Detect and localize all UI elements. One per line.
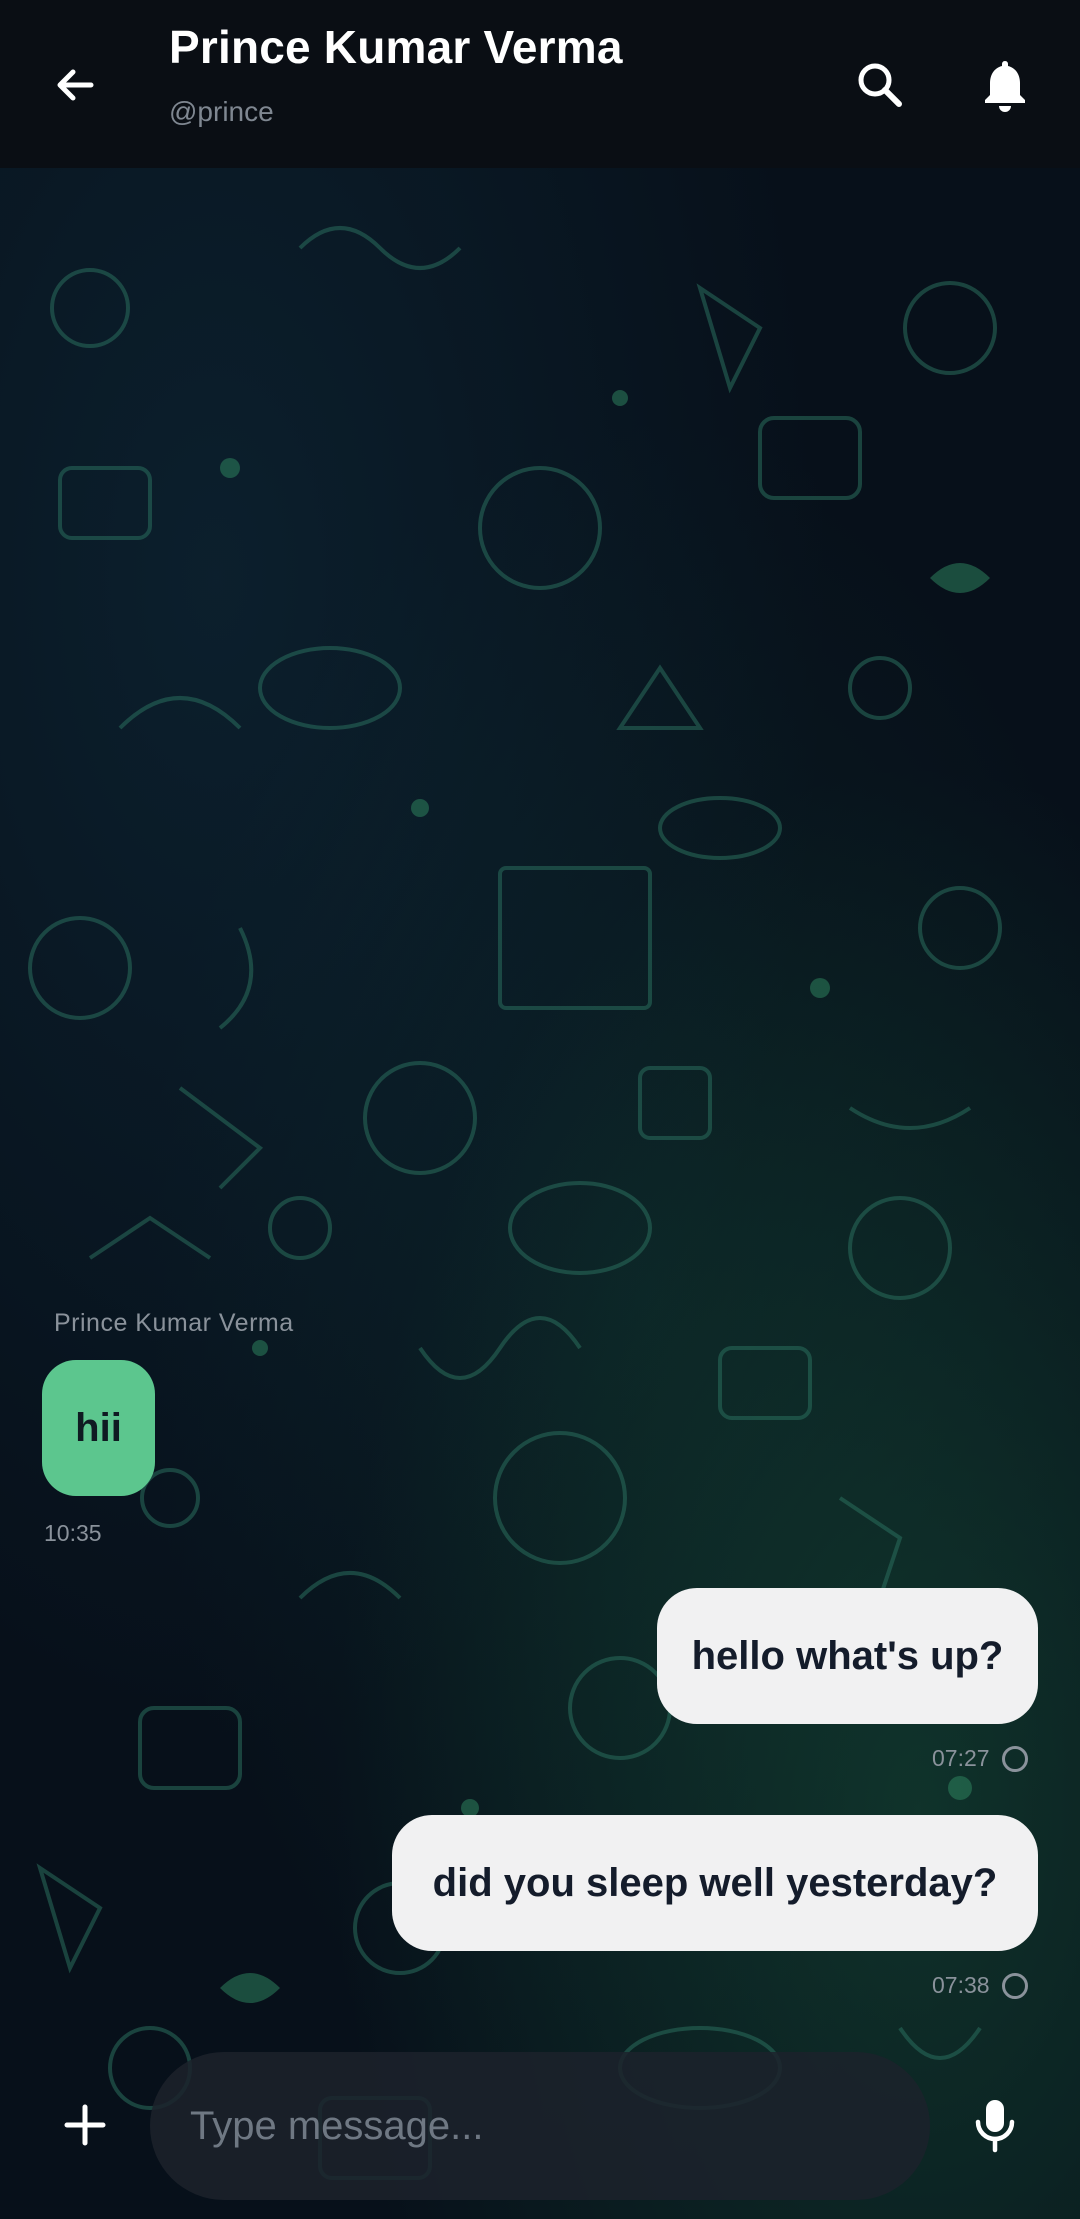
outgoing-message-bubble[interactable]: hello what's up? (657, 1588, 1038, 1724)
contact-handle: @prince (169, 96, 274, 127)
message-timestamp: 07:38 (932, 1972, 990, 1998)
pending-status-icon (1001, 1972, 1028, 1999)
outgoing-message-bubble[interactable]: did you sleep well yesterday? (392, 1815, 1038, 1951)
message-text: hii (75, 1405, 122, 1450)
microphone-icon (975, 2100, 1015, 2153)
voice-record-button[interactable] (960, 2090, 1030, 2160)
message-meta: 07:27 (932, 1745, 1028, 1772)
back-button[interactable] (40, 50, 110, 120)
pending-status-icon (1001, 1745, 1028, 1772)
message-text: hello what's up? (691, 1633, 1004, 1678)
message-timestamp: 10:35 (44, 1520, 102, 1546)
search-icon (858, 63, 902, 107)
message-sender-name: Prince Kumar Verma (54, 1309, 294, 1337)
bell-icon (985, 61, 1025, 112)
message-text: did you sleep well yesterday? (432, 1860, 998, 1905)
chat-header: Prince Kumar Verma @prince (0, 0, 1080, 168)
attach-button[interactable] (50, 2090, 120, 2160)
contact-name[interactable]: Prince Kumar Verma (169, 20, 623, 74)
message-input-container[interactable] (150, 2052, 930, 2200)
message-timestamp: 07:27 (932, 1745, 990, 1771)
chat-screen: Prince Kumar Verma @prince Prince Kumar … (0, 0, 1080, 2219)
notifications-button[interactable] (970, 50, 1040, 120)
plus-icon (64, 2104, 106, 2146)
message-input[interactable] (190, 2103, 930, 2149)
arrow-back-icon (57, 69, 94, 101)
message-composer (0, 2040, 1080, 2219)
incoming-message-bubble[interactable]: hii (42, 1360, 155, 1496)
search-button[interactable] (845, 50, 915, 120)
message-meta: 07:38 (932, 1972, 1028, 1999)
